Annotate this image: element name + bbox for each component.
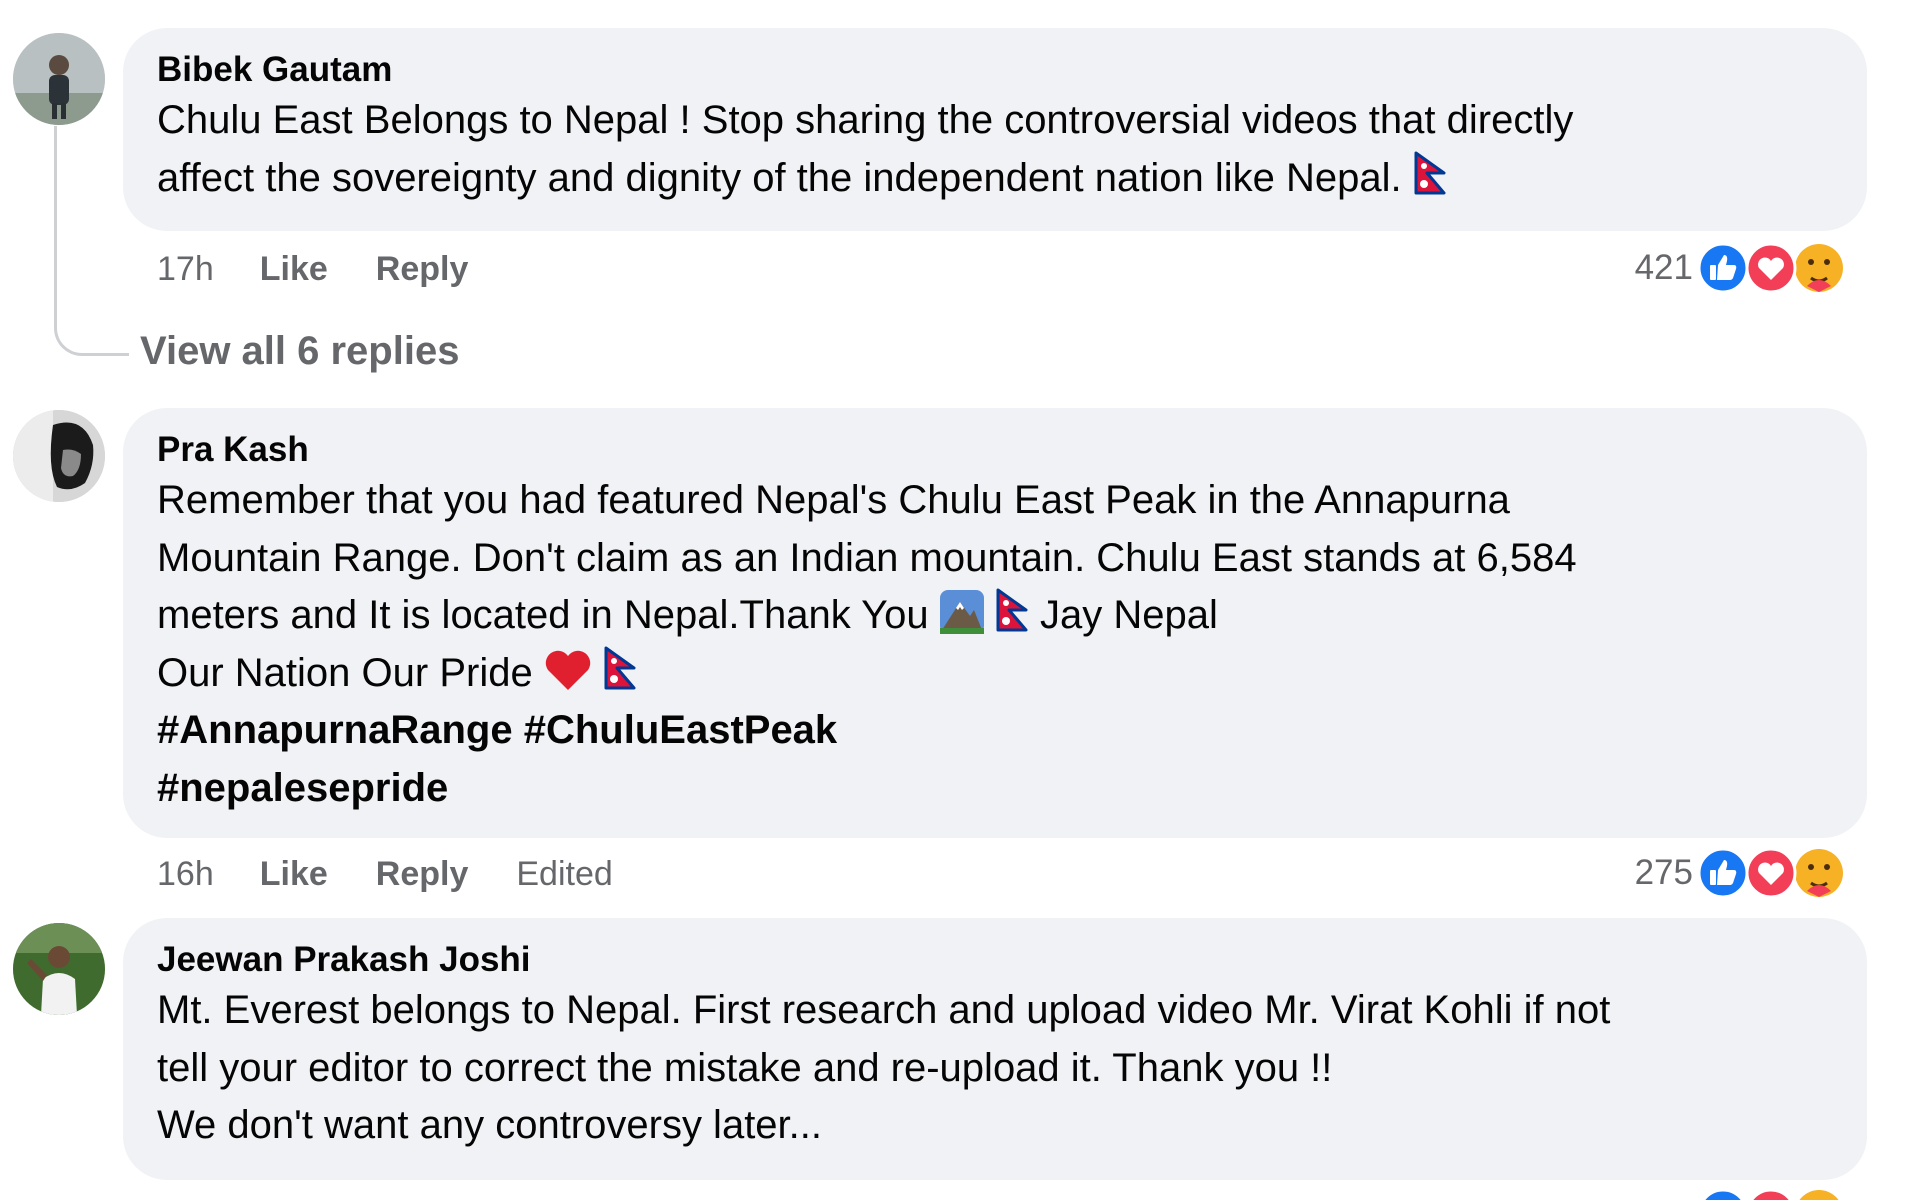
comment-bubble: Pra Kash Remember that you had featured … [123,408,1867,838]
love-icon [1749,1188,1793,1200]
comment-actions: 17h Like Reply [157,247,516,291]
care-icon [1799,1190,1839,1200]
comment-text: Our Nation Our Pride [157,650,533,695]
comment-text-line: Mountain Range. Don't claim as an Indian… [157,535,1577,580]
care-icon [1795,244,1843,292]
comment-actions: 16h Like Reply Edited [157,852,613,896]
avatar[interactable] [13,410,105,502]
comment-text: Jay Nepal [1039,593,1218,637]
reaction-icons [1697,242,1845,294]
comment-text-line: Mt. Everest belongs to Nepal. First rese… [157,988,1611,1032]
reaction-summary[interactable] [1697,1188,1845,1200]
comment-text: meters and It is located in Nepal.Thank … [157,593,929,637]
like-icon [1697,242,1749,294]
reply-button[interactable]: Reply [376,250,469,289]
reaction-icons [1697,847,1845,899]
edited-label: Edited [516,854,613,893]
avatar-photo [13,410,105,502]
like-button[interactable]: Like [260,250,328,289]
like-button[interactable]: Like [260,855,328,894]
nepal-flag-icon [996,588,1028,632]
reaction-count: 421 [1634,248,1693,287]
avatar[interactable] [13,923,105,1015]
like-icon [1697,847,1749,899]
comment-author[interactable]: Pra Kash [157,428,1833,472]
comment-timestamp[interactable]: 16h [157,855,214,894]
comment-text: affect the sovereignty and dignity of th… [157,155,1402,200]
love-icon [1745,242,1797,294]
hashtag-line[interactable]: #AnnapurnaRange #ChuluEastPeak [157,702,1833,760]
mountain-icon [939,590,984,634]
reply-button[interactable]: Reply [376,855,469,894]
avatar-photo [13,33,105,125]
nepal-flag-icon [604,646,636,689]
comment-bubble: Bibek Gautam Chulu East Belongs to Nepal… [123,28,1867,231]
reaction-summary[interactable]: 421 [1635,242,1845,294]
hashtag-line[interactable]: #nepalesepride [157,760,1833,818]
comments-feed: Bibek Gautam Chulu East Belongs to Nepal… [0,0,1920,1200]
avatar-photo [13,923,105,1015]
like-icon [1701,1188,1745,1200]
avatar[interactable] [13,33,105,125]
reaction-icons [1697,1188,1845,1200]
comment-author[interactable]: Jeewan Prakash Joshi [157,938,1833,982]
care-icon [1795,849,1843,897]
comment-text-line: We don't want any controversy later... [157,1103,822,1147]
love-icon [1745,847,1797,899]
comment-text-line: Chulu East Belongs to Nepal ! Stop shari… [157,98,1574,142]
reaction-count: 275 [1634,853,1693,892]
comment-text-line: affect the sovereignty and dignity of th… [157,150,1833,208]
comment-timestamp[interactable]: 17h [157,250,214,289]
comment-text-line: tell your editor to correct the mistake … [157,1045,1333,1090]
reaction-summary[interactable]: 275 [1635,847,1845,899]
red-heart-icon [545,650,591,690]
thread-connector [54,126,129,356]
nepal-flag-icon [1414,151,1446,194]
comment-text-line: Remember that you had featured Nepal's C… [157,478,1510,522]
comment-text-line: meters and It is located in Nepal.Thank … [157,587,1833,645]
view-replies-link[interactable]: View all 6 replies [140,327,459,375]
comment-bubble: Jeewan Prakash Joshi Mt. Everest belongs… [123,918,1867,1180]
comment-text-line: Our Nation Our Pride [157,645,1833,703]
comment-author[interactable]: Bibek Gautam [157,48,1833,92]
